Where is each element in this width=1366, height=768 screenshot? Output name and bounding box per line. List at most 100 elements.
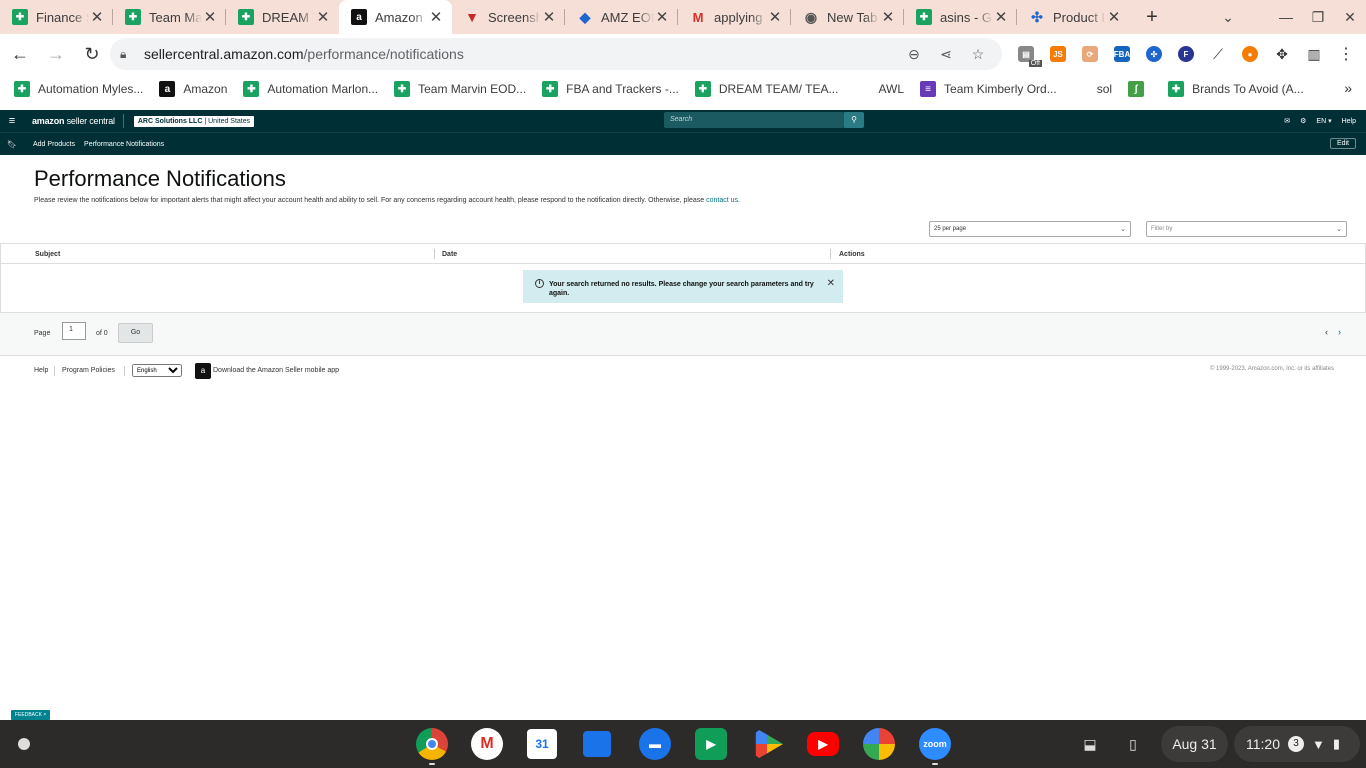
new-tab-plus-icon[interactable]: +	[1136, 6, 1168, 29]
bookmark-team-marvin[interactable]: ✚ Team Marvin EOD...	[394, 81, 526, 97]
edit-button[interactable]: Edit	[1329, 138, 1356, 149]
footer-program-policies-link[interactable]: Program Policies	[62, 367, 115, 374]
address-bar[interactable]: 🔒︎ sellercentral.amazon.com/performance/…	[110, 38, 1002, 70]
bookmark-automation-myles[interactable]: ✚ Automation Myles...	[14, 81, 143, 97]
pen-extension-icon[interactable]: ⟋	[1202, 38, 1234, 70]
more-bookmarks-chevron-icon[interactable]: »	[1344, 80, 1352, 96]
bookmark-amazon[interactable]: a Amazon	[159, 81, 227, 97]
status-tray[interactable]: 11:20 3 ▼ ▮	[1234, 726, 1360, 762]
footer-language-select[interactable]: English	[132, 364, 182, 377]
settings-gear-icon[interactable]: ⚙	[1300, 117, 1306, 125]
reload-icon[interactable]: ↻	[76, 38, 108, 70]
column-actions[interactable]: Actions	[839, 251, 865, 258]
bookmark-dream-team[interactable]: ✚ DREAM TEAM/ TEA...	[694, 81, 838, 97]
column-subject[interactable]: Subject	[35, 251, 60, 258]
zoom-magnifier-icon[interactable]: ⊖	[898, 46, 930, 63]
go-button[interactable]: Go	[118, 323, 153, 343]
f-extension-icon[interactable]: F	[1170, 38, 1202, 70]
youtube-icon[interactable]: ▶	[807, 732, 839, 756]
bookmark-automation-marlon[interactable]: ✚ Automation Marlon...	[243, 81, 378, 97]
footer-help-link[interactable]: Help	[34, 367, 48, 374]
bookmark-star-icon[interactable]: ☆	[962, 46, 994, 63]
tab-finance[interactable]: ✚ Finance S ✕	[0, 0, 113, 34]
close-icon[interactable]: ✕	[1106, 8, 1122, 26]
bookmark-flag-icon[interactable]: 🔖︎	[0, 140, 24, 149]
tab-asins[interactable]: ✚asins - Go✕	[904, 0, 1017, 34]
share-icon[interactable]: ⋖	[930, 46, 962, 63]
close-icon[interactable]: ✕	[827, 278, 835, 289]
tote-icon[interactable]: ⬓	[1078, 732, 1102, 756]
meet-icon[interactable]: ▶	[695, 728, 727, 760]
nav-add-products[interactable]: Add Products	[33, 141, 75, 148]
help-link[interactable]: Help	[1342, 118, 1356, 125]
tab-search-chevron-icon[interactable]: ⌄	[1212, 9, 1244, 26]
close-icon[interactable]: ✕	[993, 8, 1009, 26]
column-date[interactable]: Date	[442, 251, 457, 258]
lock-icon[interactable]: 🔒︎	[120, 47, 136, 62]
close-window-icon[interactable]: ✕	[1334, 9, 1366, 26]
bookmark-green-logo[interactable]: ʃ	[1128, 81, 1152, 97]
keepa-extension-icon[interactable]: ✣	[1138, 38, 1170, 70]
close-icon[interactable]: ✕	[428, 8, 444, 26]
per-page-select[interactable]: 25 per page ⌄	[929, 221, 1131, 237]
url-text[interactable]: sellercentral.amazon.com/performance/not…	[144, 46, 464, 62]
tab-applying[interactable]: Mapplying ✕	[678, 0, 791, 34]
launcher-icon[interactable]	[10, 730, 38, 758]
messages-icon[interactable]: ▬	[639, 728, 671, 760]
gmail-icon[interactable]: M	[471, 728, 503, 760]
tab-amazon[interactable]: a Amazon ✕	[339, 0, 452, 34]
prev-page-chevron-icon[interactable]: ‹	[1325, 327, 1328, 337]
minimize-icon[interactable]: —	[1270, 9, 1302, 25]
js-extension-icon[interactable]: JS	[1042, 38, 1074, 70]
phone-hub-icon[interactable]: ▯	[1121, 732, 1145, 756]
sync-extension-icon[interactable]: ⟳	[1074, 38, 1106, 70]
tab-product[interactable]: ✣ Product I ✕	[1017, 0, 1130, 34]
chrome-menu-icon[interactable]: ⋮	[1330, 38, 1362, 70]
orange-extension-icon[interactable]: ●	[1234, 38, 1266, 70]
restore-icon[interactable]: ❐	[1302, 9, 1334, 26]
tab-amz-eod[interactable]: ◆AMZ EOD✕	[565, 0, 678, 34]
close-icon[interactable]: ✕	[315, 8, 331, 26]
close-icon[interactable]: ✕	[89, 8, 105, 26]
language-selector[interactable]: EN ▾	[1316, 117, 1331, 125]
close-icon[interactable]: ✕	[767, 8, 783, 26]
extensions-puzzle-icon[interactable]: ✥	[1266, 38, 1298, 70]
bookmark-team-kimberly[interactable]: ≡ Team Kimberly Ord...	[920, 81, 1057, 97]
tab-new-tab[interactable]: ◉ New Tab ✕	[791, 0, 904, 34]
bookmark-sol[interactable]: Msol	[1073, 81, 1113, 97]
close-icon[interactable]: ✕	[880, 8, 896, 26]
tab-screenshot[interactable]: ▼ Screensh ✕	[452, 0, 565, 34]
close-icon[interactable]: ✕	[541, 8, 557, 26]
seller-central-logo[interactable]: amazon seller central	[32, 116, 115, 126]
forward-arrow-icon[interactable]: →	[40, 38, 72, 70]
date-tray[interactable]: Aug 31	[1161, 726, 1228, 762]
zoom-icon[interactable]: zoom	[919, 728, 951, 765]
nav-performance-notifications[interactable]: Performance Notifications	[84, 141, 164, 148]
contact-us-link[interactable]: contact us	[706, 197, 738, 204]
calendar-icon[interactable]: 31	[527, 729, 557, 759]
photos-icon[interactable]	[863, 728, 895, 760]
files-icon[interactable]	[583, 731, 611, 757]
tab-dream[interactable]: ✚ DREAM T ✕	[226, 0, 339, 34]
fba-extension-icon[interactable]: FBA	[1106, 38, 1138, 70]
search-input[interactable]: Search	[664, 112, 844, 128]
bookmark-awl[interactable]: ▼ AWL	[854, 81, 905, 97]
bookmark-brands-to-avoid[interactable]: ✚ Brands To Avoid (A...	[1168, 81, 1304, 97]
back-arrow-icon[interactable]: ←	[4, 38, 36, 70]
filter-select[interactable]: Filter by ⌄	[1146, 221, 1347, 237]
download-app-link[interactable]: Download the Amazon Seller mobile app	[213, 367, 339, 374]
close-icon[interactable]: ✕	[202, 8, 218, 26]
close-icon[interactable]: ✕	[654, 8, 670, 26]
next-page-chevron-icon[interactable]: ›	[1338, 327, 1341, 337]
extension-off-icon[interactable]: ▤ Off	[1010, 38, 1042, 70]
account-switcher[interactable]: ARC Solutions LLC | United States	[133, 115, 255, 127]
mail-icon[interactable]: ✉	[1284, 117, 1290, 125]
play-store-icon[interactable]	[755, 728, 783, 760]
search-icon[interactable]: ⚲	[844, 112, 864, 128]
bookmark-fba-trackers[interactable]: ✚ FBA and Trackers -...	[542, 81, 679, 97]
chrome-icon[interactable]	[416, 728, 448, 765]
hamburger-menu-icon[interactable]: ≡	[0, 115, 24, 127]
side-panel-icon[interactable]: ▥	[1298, 38, 1330, 70]
page-number-input[interactable]: 1	[62, 322, 86, 340]
tab-team-ma[interactable]: ✚ Team Ma ✕	[113, 0, 226, 34]
